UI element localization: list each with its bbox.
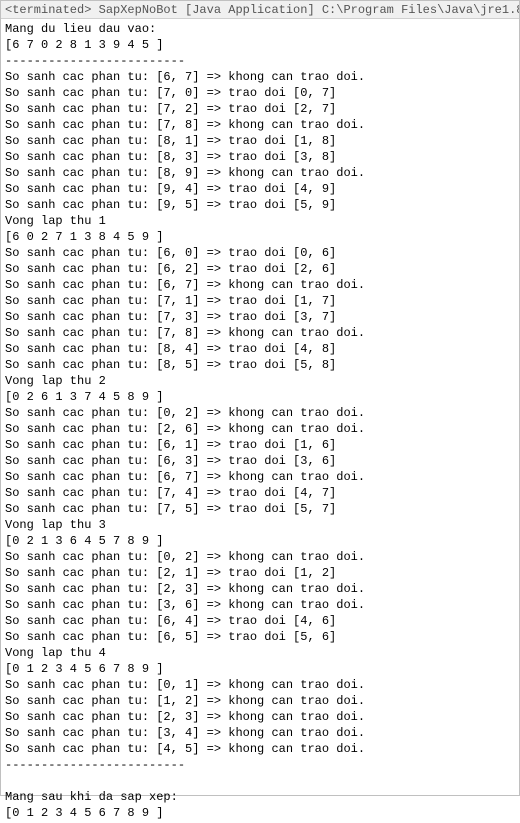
console-line: So sanh cac phan tu: [2, 3] => khong can… (5, 581, 515, 597)
console-line (5, 773, 515, 789)
console-line: [0 1 2 3 4 5 6 7 8 9 ] (5, 805, 515, 821)
console-line: So sanh cac phan tu: [6, 1] => trao doi … (5, 437, 515, 453)
console-line: [0 2 6 1 3 7 4 5 8 9 ] (5, 389, 515, 405)
console-line: So sanh cac phan tu: [7, 8] => khong can… (5, 325, 515, 341)
console-line: [0 1 2 3 4 5 6 7 8 9 ] (5, 661, 515, 677)
console-line: So sanh cac phan tu: [4, 5] => khong can… (5, 741, 515, 757)
console-line: So sanh cac phan tu: [0, 2] => khong can… (5, 405, 515, 421)
console-line: So sanh cac phan tu: [6, 7] => khong can… (5, 469, 515, 485)
console-line: So sanh cac phan tu: [7, 5] => trao doi … (5, 501, 515, 517)
console-line: Vong lap thu 2 (5, 373, 515, 389)
console-line: So sanh cac phan tu: [8, 9] => khong can… (5, 165, 515, 181)
console-line: So sanh cac phan tu: [7, 1] => trao doi … (5, 293, 515, 309)
console-line: So sanh cac phan tu: [1, 2] => khong can… (5, 693, 515, 709)
console-line: So sanh cac phan tu: [9, 5] => trao doi … (5, 197, 515, 213)
console-line: So sanh cac phan tu: [6, 2] => trao doi … (5, 261, 515, 277)
console-line: So sanh cac phan tu: [3, 6] => khong can… (5, 597, 515, 613)
console-line: So sanh cac phan tu: [6, 5] => trao doi … (5, 629, 515, 645)
console-line: So sanh cac phan tu: [7, 8] => khong can… (5, 117, 515, 133)
console-line: So sanh cac phan tu: [0, 2] => khong can… (5, 549, 515, 565)
console-line: So sanh cac phan tu: [6, 0] => trao doi … (5, 245, 515, 261)
console-line: So sanh cac phan tu: [7, 2] => trao doi … (5, 101, 515, 117)
console-line: So sanh cac phan tu: [6, 4] => trao doi … (5, 613, 515, 629)
console-line: So sanh cac phan tu: [2, 1] => trao doi … (5, 565, 515, 581)
console-line: Vong lap thu 4 (5, 645, 515, 661)
console-line: So sanh cac phan tu: [3, 4] => khong can… (5, 725, 515, 741)
console-line: So sanh cac phan tu: [9, 4] => trao doi … (5, 181, 515, 197)
console-line: ------------------------- (5, 53, 515, 69)
console-line: So sanh cac phan tu: [6, 3] => trao doi … (5, 453, 515, 469)
console-line: [0 2 1 3 6 4 5 7 8 9 ] (5, 533, 515, 549)
console-line: So sanh cac phan tu: [6, 7] => khong can… (5, 69, 515, 85)
console-line: So sanh cac phan tu: [8, 3] => trao doi … (5, 149, 515, 165)
console-line: [6 0 2 7 1 3 8 4 5 9 ] (5, 229, 515, 245)
console-line: [6 7 0 2 8 1 3 9 4 5 ] (5, 37, 515, 53)
console-line: So sanh cac phan tu: [8, 4] => trao doi … (5, 341, 515, 357)
console-line: Mang sau khi da sap xep: (5, 789, 515, 805)
console-line: ------------------------- (5, 757, 515, 773)
console-line: So sanh cac phan tu: [7, 0] => trao doi … (5, 85, 515, 101)
console-line: So sanh cac phan tu: [0, 1] => khong can… (5, 677, 515, 693)
console-line: Vong lap thu 3 (5, 517, 515, 533)
console-line: So sanh cac phan tu: [6, 7] => khong can… (5, 277, 515, 293)
console-line: Mang du lieu dau vao: (5, 21, 515, 37)
console-line: So sanh cac phan tu: [2, 3] => khong can… (5, 709, 515, 725)
console-title: <terminated> SapXepNoBot [Java Applicati… (5, 2, 519, 18)
console-line: So sanh cac phan tu: [2, 6] => khong can… (5, 421, 515, 437)
console-line: So sanh cac phan tu: [8, 1] => trao doi … (5, 133, 515, 149)
console-line: So sanh cac phan tu: [7, 4] => trao doi … (5, 485, 515, 501)
console-line: Vong lap thu 1 (5, 213, 515, 229)
console-line: So sanh cac phan tu: [8, 5] => trao doi … (5, 357, 515, 373)
console-titlebar: <terminated> SapXepNoBot [Java Applicati… (1, 1, 519, 19)
console-output: Mang du lieu dau vao:[6 7 0 2 8 1 3 9 4 … (1, 19, 519, 823)
console-line: So sanh cac phan tu: [7, 3] => trao doi … (5, 309, 515, 325)
